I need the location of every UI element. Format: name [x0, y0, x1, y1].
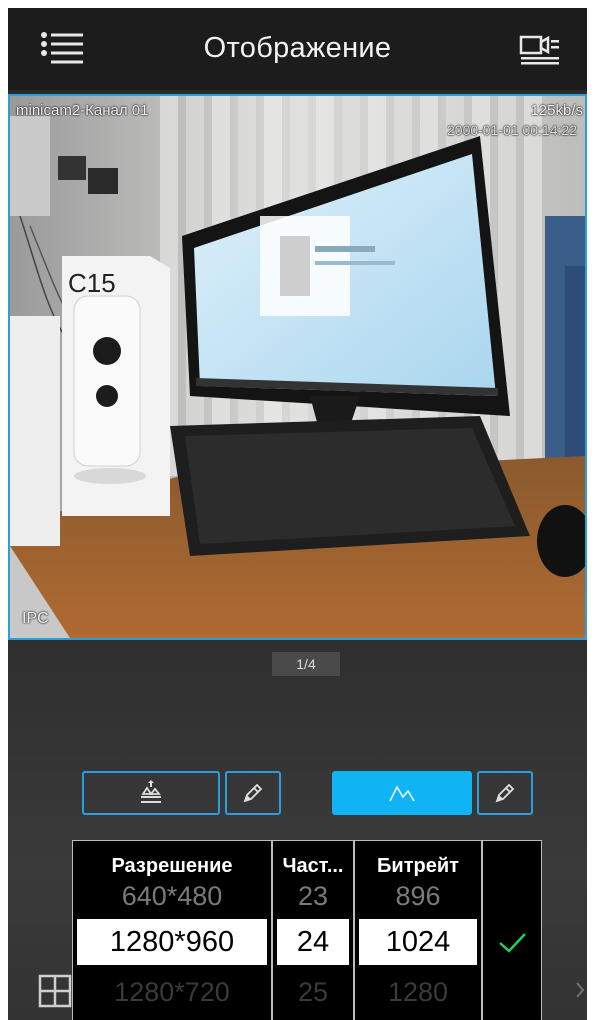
grid-layout-icon[interactable]: [38, 974, 72, 1008]
chevron-right-icon[interactable]: [574, 980, 586, 1000]
bitrate-option-prev[interactable]: 896: [355, 881, 481, 912]
camera-live-view[interactable]: C15 minicam2-Канал 01 125kb/s 2000-01-01…: [8, 94, 587, 640]
page-title: Отображение: [203, 32, 392, 64]
resolution-option-selected[interactable]: 1280*960: [77, 919, 267, 965]
pencil-icon: [495, 783, 515, 803]
framerate-column[interactable]: Част... 23 24 25: [273, 841, 353, 1020]
top-bar: Отображение: [8, 8, 587, 90]
framerate-option-selected[interactable]: 24: [277, 919, 349, 965]
pencil-icon: [243, 783, 263, 803]
main-stream-icon: [141, 780, 161, 803]
page-indicator: 1/4: [272, 652, 340, 676]
device-type-label: IPC: [22, 610, 49, 627]
checkmark-icon[interactable]: [495, 925, 529, 959]
main-stream-edit-button[interactable]: [225, 771, 281, 815]
box-brand-label: C15: [68, 268, 116, 298]
sub-stream-edit-button[interactable]: [477, 771, 533, 815]
framerate-header: Част...: [282, 855, 344, 877]
video-record-icon: [519, 35, 559, 65]
app-screen: Отображение C15 minicam2-Канал 01 125kb/…: [8, 8, 587, 1020]
record-button[interactable]: [519, 34, 561, 66]
resolution-option-prev[interactable]: 640*480: [73, 881, 271, 912]
bitrate-option-selected[interactable]: 1024: [359, 919, 477, 965]
bitrate-column[interactable]: Битрейт 896 1024 1280: [355, 841, 481, 1020]
resolution-column[interactable]: Разрешение 640*480 1280*960 1280*720: [73, 841, 271, 1020]
channel-label: minicam2-Канал 01: [16, 102, 149, 119]
confirm-column: [483, 841, 543, 1020]
stream-settings-picker: Разрешение 640*480 1280*960 1280*720 Час…: [72, 840, 542, 1020]
framerate-option-prev[interactable]: 23: [273, 881, 353, 912]
bitrate-option-next[interactable]: 1280: [355, 977, 481, 1008]
sub-stream-icon: [389, 785, 415, 802]
bitrate-header: Битрейт: [377, 855, 459, 877]
main-stream-button[interactable]: [82, 771, 220, 815]
sub-stream-button[interactable]: [332, 771, 472, 815]
video-timestamp: 2000-01-01 00:14:22: [447, 122, 577, 138]
bitrate-readout: 125kb/s: [530, 102, 583, 119]
resolution-option-next[interactable]: 1280*720: [73, 977, 271, 1008]
resolution-header: Разрешение: [111, 855, 233, 877]
camera-scene-image: C15: [10, 96, 585, 638]
framerate-option-next[interactable]: 25: [273, 977, 353, 1008]
